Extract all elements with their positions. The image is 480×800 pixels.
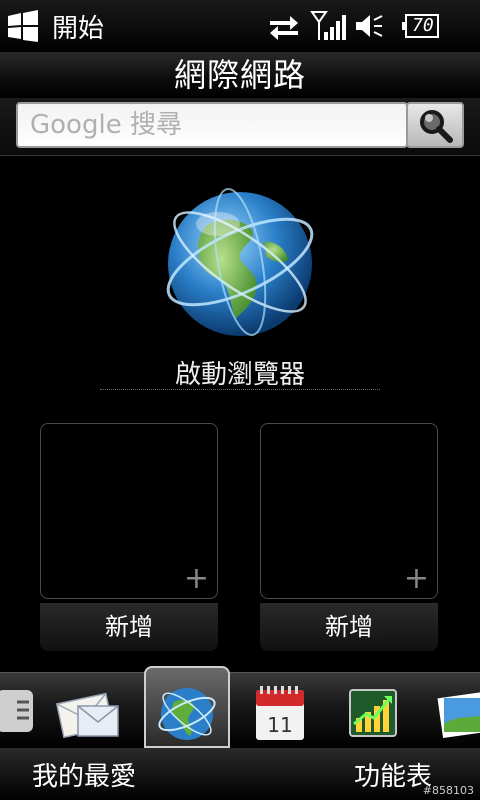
start-label[interactable]: 開始 bbox=[52, 8, 104, 45]
globe-icon[interactable] bbox=[160, 182, 320, 342]
tile-label[interactable]: 新增 bbox=[260, 603, 438, 651]
battery-level: 70 bbox=[412, 15, 434, 36]
status-bar: 開始 70 bbox=[0, 0, 480, 52]
photos-icon[interactable] bbox=[432, 684, 480, 748]
add-favorite-tile-2[interactable]: + 新增 bbox=[260, 423, 438, 651]
tile-thumbnail[interactable]: + bbox=[260, 423, 438, 599]
volume-icon bbox=[356, 15, 383, 37]
menu-soft-key[interactable]: 功能表 bbox=[354, 756, 432, 793]
page-title: 網際網路 bbox=[0, 52, 480, 98]
search-button[interactable] bbox=[406, 102, 464, 148]
search-input[interactable]: Google 搜尋 bbox=[16, 102, 408, 148]
plus-icon: + bbox=[183, 561, 209, 596]
launch-browser-link[interactable]: 啟動瀏覽器 bbox=[100, 354, 380, 390]
soft-key-bar: 我的最愛 功能表 bbox=[0, 748, 480, 800]
search-row: Google 搜尋 bbox=[0, 98, 480, 156]
signal-icon bbox=[310, 11, 346, 40]
stocks-icon[interactable] bbox=[338, 684, 408, 748]
add-favorite-tile-1[interactable]: + 新增 bbox=[40, 423, 218, 651]
calendar-day: 11 bbox=[267, 713, 292, 737]
watermark: #858103 bbox=[422, 784, 474, 797]
internet-globe-icon[interactable] bbox=[152, 680, 222, 744]
favorites-soft-key[interactable]: 我的最愛 bbox=[32, 756, 136, 793]
windows-logo-icon[interactable] bbox=[6, 10, 40, 42]
mail-icon[interactable] bbox=[52, 684, 122, 748]
sync-arrows-icon bbox=[270, 16, 298, 40]
tile-thumbnail[interactable]: + bbox=[40, 423, 218, 599]
tile-label[interactable]: 新增 bbox=[40, 603, 218, 651]
menu-partial-icon[interactable] bbox=[0, 684, 48, 748]
plus-icon: + bbox=[403, 561, 429, 596]
calendar-icon[interactable]: 11 bbox=[246, 684, 316, 748]
magnifier-icon bbox=[420, 110, 453, 143]
